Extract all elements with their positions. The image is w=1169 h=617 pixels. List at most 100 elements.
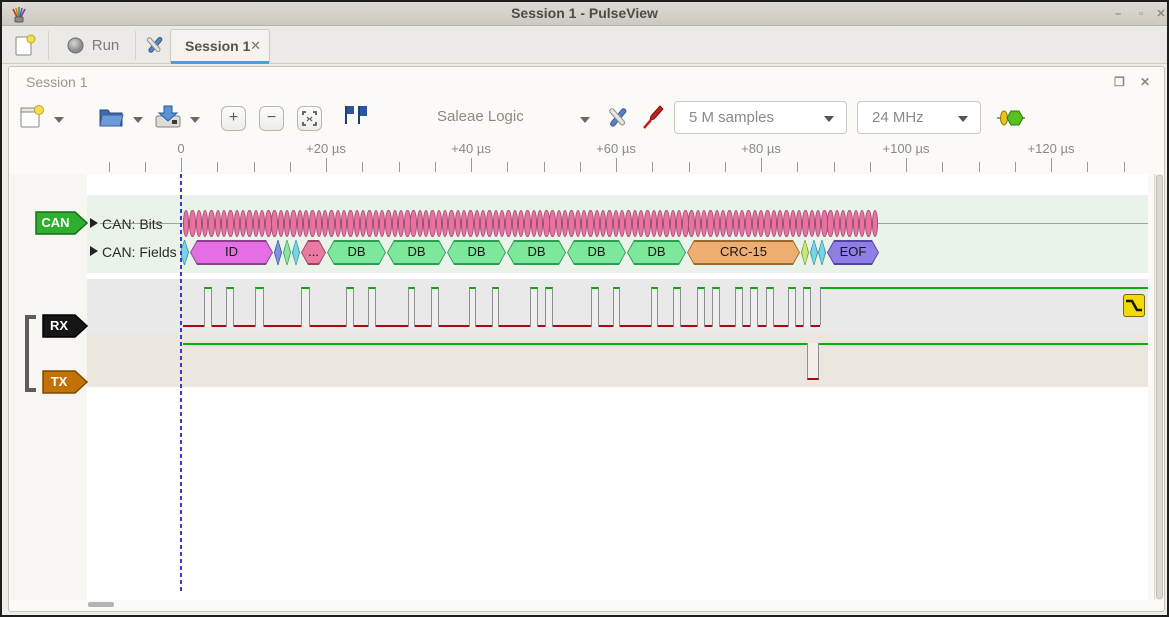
rx-high-pulse xyxy=(408,287,415,327)
save-dropdown-arrow[interactable] xyxy=(190,117,200,123)
expand-arrow-icon[interactable] xyxy=(90,218,98,228)
dock-close-icon[interactable]: ✕ xyxy=(1140,75,1150,89)
ruler-minor-tick xyxy=(979,162,980,172)
tab-close-icon[interactable]: ✕ xyxy=(250,38,261,54)
dock-title: Session 1 xyxy=(26,74,87,90)
add-decoder-icon xyxy=(996,108,1026,128)
save-button[interactable] xyxy=(154,104,182,130)
sample-rate-select[interactable]: 24 MHz xyxy=(857,101,981,134)
horizontal-scrollbar[interactable] xyxy=(88,602,114,607)
add-decoder-button[interactable] xyxy=(996,108,1026,128)
rx-high-pulse xyxy=(301,287,310,327)
rx-high-pulse xyxy=(204,287,212,327)
probe-button[interactable] xyxy=(640,104,666,130)
tx-high-segment xyxy=(183,343,807,345)
decoder-bit-annotation xyxy=(670,210,676,237)
sample-count-select[interactable]: 5 M samples xyxy=(674,101,847,134)
run-button[interactable]: Run xyxy=(56,30,130,60)
maximize-button[interactable]: ▫ xyxy=(1132,6,1150,22)
ruler-minor-tick xyxy=(725,162,726,172)
ruler-minor-tick xyxy=(254,162,255,172)
rx-high-pulse xyxy=(255,287,264,327)
open-button[interactable] xyxy=(98,104,125,129)
decoder-bit-annotation xyxy=(227,210,233,237)
rx-tag-label: RX xyxy=(42,314,76,338)
field-label: CRC-15 xyxy=(687,240,800,265)
new-view-dropdown-arrow[interactable] xyxy=(54,117,64,123)
ruler-minor-tick xyxy=(435,162,436,172)
zoom-in-button[interactable]: + xyxy=(221,106,246,131)
field-label: DB xyxy=(327,240,386,265)
settings-button[interactable] xyxy=(140,31,168,59)
zoom-fit-button[interactable] xyxy=(297,106,322,131)
rx-high-pulse xyxy=(469,287,476,327)
toolbar-separator xyxy=(135,31,136,60)
new-session-button[interactable] xyxy=(10,31,40,61)
minimize-button[interactable]: – xyxy=(1109,6,1127,22)
dock-float-icon[interactable]: ❐ xyxy=(1114,75,1125,89)
ruler-tick-label: +120 µs xyxy=(1028,141,1075,156)
decoder-field-annotation[interactable]: DB xyxy=(627,240,686,265)
rx-low-segment xyxy=(499,325,530,327)
decoder-bit-annotation xyxy=(429,210,435,237)
open-dropdown-arrow[interactable] xyxy=(133,117,143,123)
decoder-field-annotation[interactable]: DB xyxy=(327,240,386,265)
decoder-bit-annotation xyxy=(512,210,518,237)
decoder-field-annotation[interactable]: CRC-15 xyxy=(687,240,800,265)
sample-rate-value: 24 MHz xyxy=(872,109,924,126)
decoder-bit-annotation xyxy=(531,210,537,237)
decoder-bit-annotation xyxy=(651,210,657,237)
rx-high-pulse xyxy=(673,287,681,327)
ruler-minor-tick xyxy=(290,162,291,172)
device-dropdown-arrow[interactable] xyxy=(580,117,590,123)
decoder-field-annotation[interactable]: DB xyxy=(567,240,626,265)
decoder-bit-annotation xyxy=(467,210,473,237)
rx-low-segment xyxy=(658,325,673,327)
rx-low-segment xyxy=(376,325,408,327)
channel-tag-tx[interactable]: TX xyxy=(42,370,88,394)
decoder-bit-annotation xyxy=(234,210,240,237)
decoder-tag-can[interactable]: CAN xyxy=(35,211,88,235)
device-select[interactable]: Saleae Logic xyxy=(437,108,524,125)
run-button-label: Run xyxy=(92,37,120,54)
rx-high-pulse xyxy=(613,287,620,327)
rx-high-pulse xyxy=(788,287,796,327)
ruler-major-tick xyxy=(906,158,907,172)
channel-tag-rx[interactable]: RX xyxy=(42,314,88,338)
trigger-marker-badge[interactable] xyxy=(1123,294,1145,317)
decoder-bit-annotation xyxy=(707,210,713,237)
decoder-bit-annotation xyxy=(764,210,770,237)
zoom-out-button[interactable]: − xyxy=(259,106,284,131)
vertical-scrollbar-handle[interactable] xyxy=(1156,175,1163,599)
close-button[interactable]: ✕ xyxy=(1152,6,1169,22)
show-flags-button[interactable] xyxy=(342,104,368,128)
decoder-field-annotation[interactable]: DB xyxy=(507,240,566,265)
decoder-field-annotation[interactable]: DB xyxy=(447,240,506,265)
device-config-button[interactable] xyxy=(604,104,630,130)
ruler-tick-label: +60 µs xyxy=(596,141,636,156)
rx-high-pulse xyxy=(431,287,439,327)
ruler-tick-label: +40 µs xyxy=(451,141,491,156)
rx-low-segment xyxy=(599,325,613,327)
time-cursor-line[interactable] xyxy=(180,174,182,592)
decoder-field-annotation[interactable]: ID xyxy=(190,240,273,265)
new-view-icon xyxy=(18,104,44,130)
decoder-bit-annotation xyxy=(827,210,833,237)
ruler-minor-tick xyxy=(1015,162,1016,172)
title-bar[interactable]: Session 1 - PulseView – ▫ ✕ xyxy=(2,2,1167,26)
decoder-bit-annotation xyxy=(392,210,398,237)
decoder-field-annotation[interactable]: DB xyxy=(387,240,446,265)
ruler-minor-tick xyxy=(580,162,581,172)
rx-low-segment xyxy=(439,325,469,327)
ruler-minor-tick xyxy=(689,162,690,172)
vertical-scrollbar[interactable] xyxy=(1154,174,1163,600)
device-config-icon xyxy=(604,104,630,130)
rx-high-pulse xyxy=(591,287,599,327)
decoder-field-annotation[interactable]: EOF xyxy=(827,240,879,265)
tx-low-dip xyxy=(807,343,819,380)
rx-high-pulse xyxy=(697,287,705,327)
decoder-bit-annotation xyxy=(688,210,694,237)
expand-arrow-icon[interactable] xyxy=(90,246,98,256)
new-view-button[interactable] xyxy=(18,104,44,130)
tab-session-1[interactable]: Session 1 ✕ xyxy=(170,29,270,64)
